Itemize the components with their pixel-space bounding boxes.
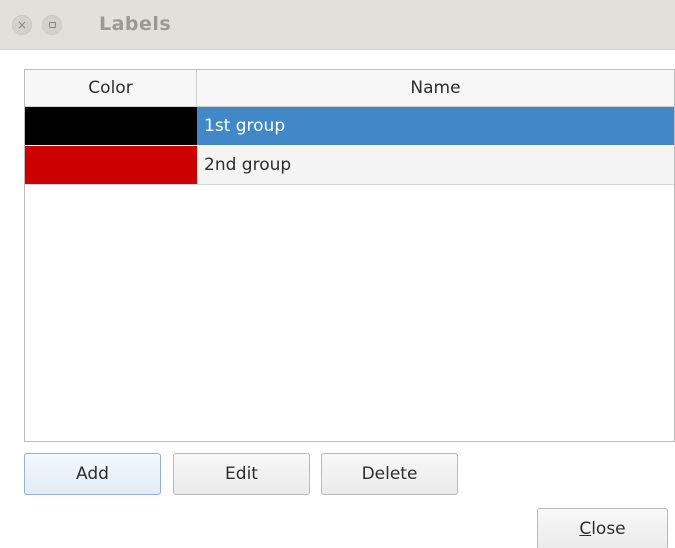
table-row[interactable]: 1st group <box>25 107 674 145</box>
labels-dialog: × Labels Color Name 1st group 2nd group … <box>0 0 675 548</box>
close-label-rest: lose <box>591 519 626 539</box>
table-row[interactable]: 2nd group <box>25 146 674 185</box>
window-maximize-icon[interactable] <box>42 15 62 35</box>
table-header: Color Name <box>25 70 674 107</box>
delete-button[interactable]: Delete <box>321 453 458 495</box>
window-close-icon[interactable]: × <box>12 15 32 35</box>
window-title: Labels <box>99 13 172 35</box>
edit-button[interactable]: Edit <box>173 453 310 495</box>
add-button[interactable]: Add <box>24 453 161 495</box>
label-name-cell[interactable]: 2nd group <box>197 146 674 184</box>
label-name-cell[interactable]: 1st group <box>197 107 674 145</box>
color-swatch[interactable] <box>25 107 197 145</box>
labels-table[interactable]: Color Name 1st group 2nd group <box>24 69 675 442</box>
column-header-name[interactable]: Name <box>197 70 674 106</box>
column-header-color[interactable]: Color <box>25 70 197 106</box>
close-glyph: × <box>16 18 28 32</box>
maximize-square <box>49 22 56 28</box>
title-bar: × Labels <box>0 0 675 50</box>
close-button[interactable]: Close <box>537 508 668 548</box>
close-mnemonic: C <box>579 519 592 539</box>
color-swatch[interactable] <box>25 146 197 184</box>
